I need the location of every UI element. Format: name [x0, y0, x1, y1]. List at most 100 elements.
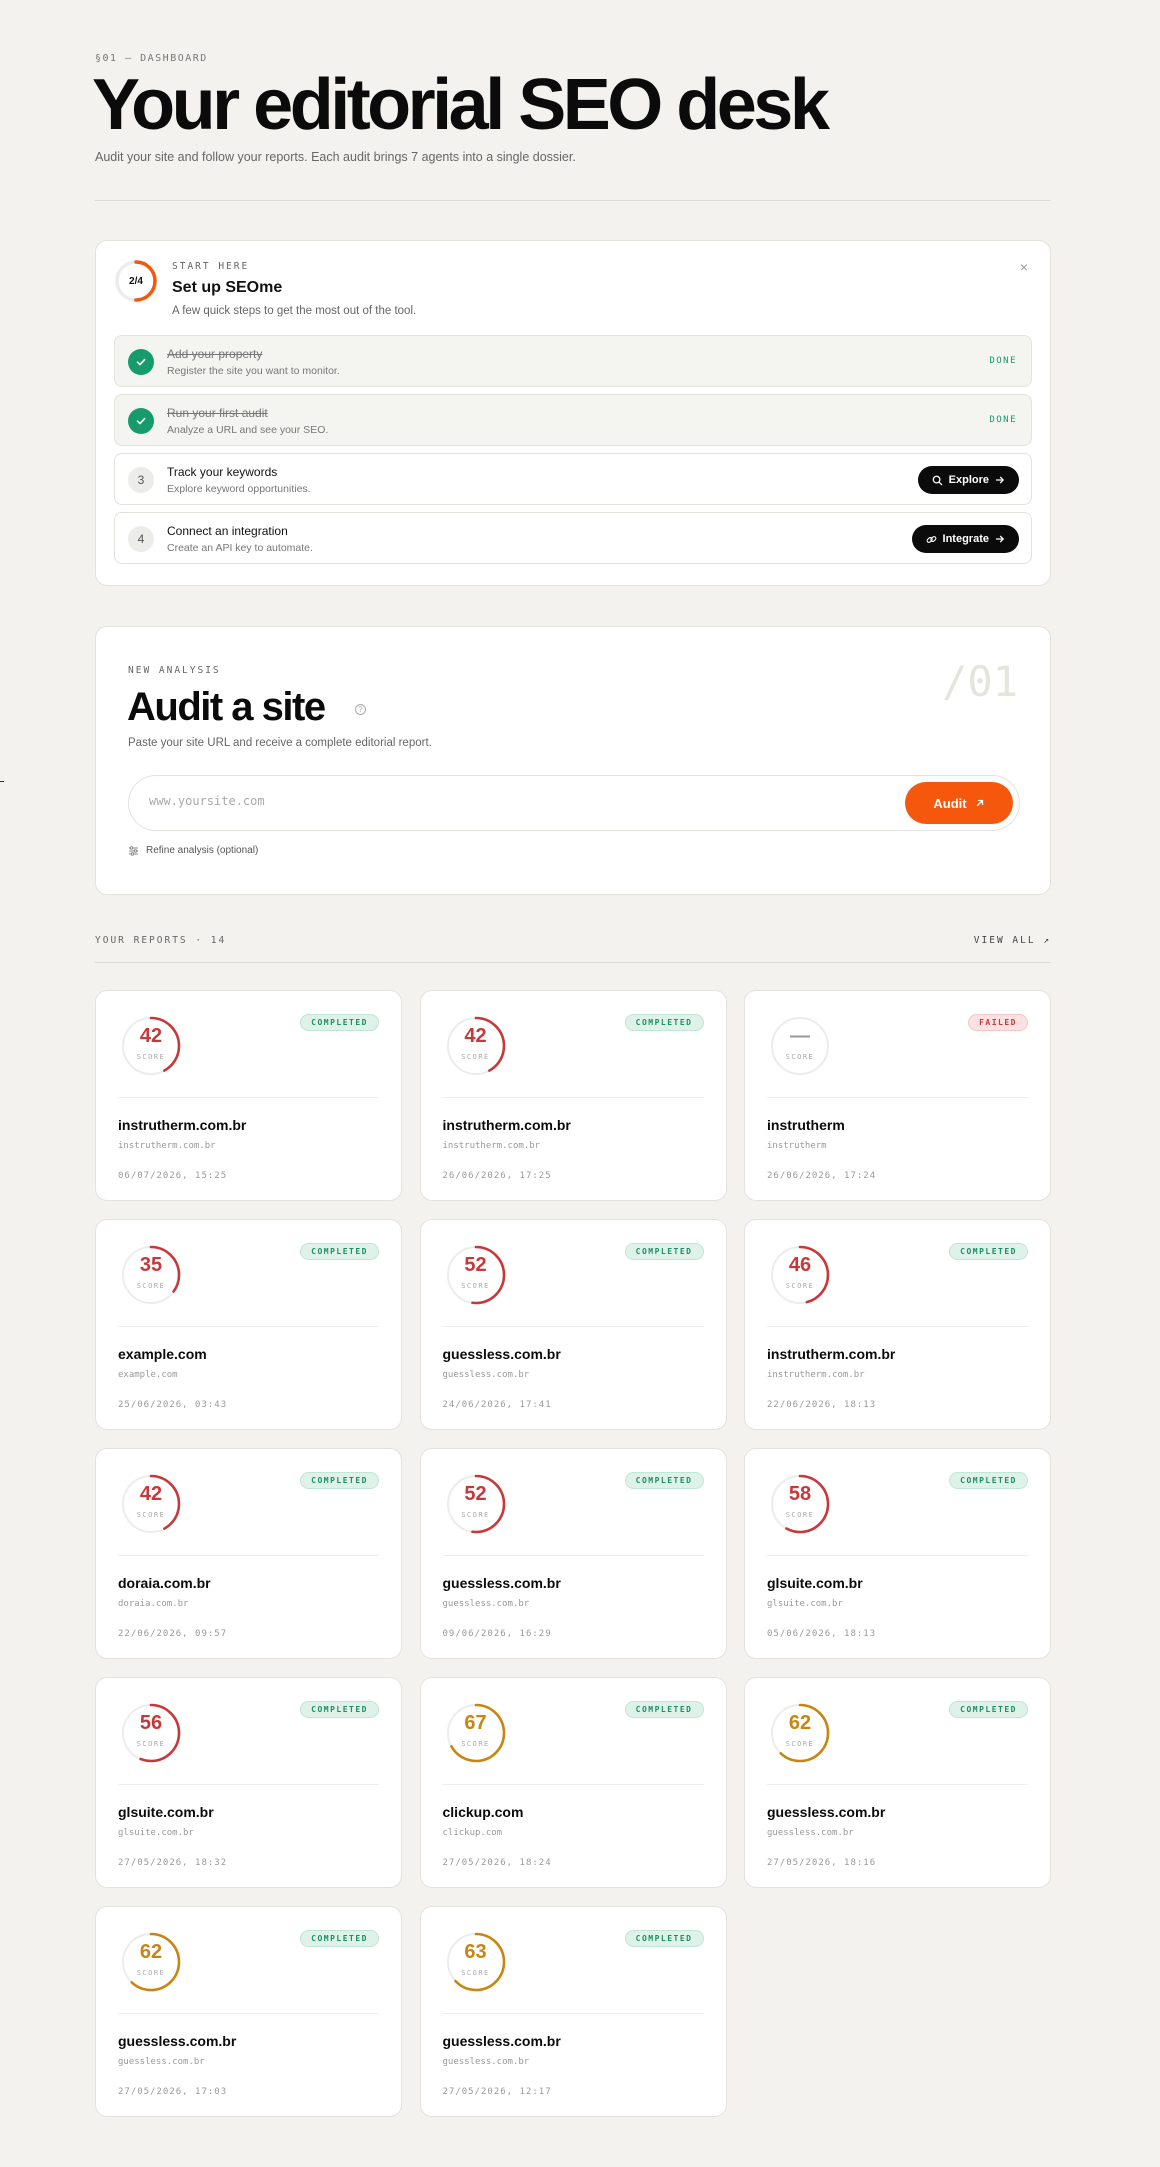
report-card[interactable]: 52 SCORE COMPLETED guessless.com.br guessles… — [419, 1448, 727, 1659]
report-url: glsuite.com.br — [118, 1828, 194, 1838]
card-divider — [767, 1097, 1028, 1098]
report-domain: guessless.com.br — [442, 1346, 561, 1362]
step-title: Add your property — [167, 347, 263, 361]
score-value: 63 — [464, 1941, 487, 1963]
step-number: 4 — [128, 526, 154, 552]
audit-title: Audit a site — [127, 685, 326, 729]
report-date: 24/06/2026, 17:41 — [442, 1400, 552, 1410]
report-url: instrutherm.com.br — [442, 1141, 541, 1151]
report-date: 22/06/2026, 18:13 — [767, 1400, 877, 1410]
explore-button[interactable]: Explore — [917, 466, 1019, 494]
score-value: 52 — [464, 1483, 487, 1505]
score-value: 56 — [139, 1712, 163, 1734]
score-label: SCORE — [136, 1282, 166, 1290]
score-value: 42 — [139, 1483, 163, 1505]
card-divider — [442, 1097, 704, 1098]
audit-card: NEW ANALYSIS /01 Audit a site ? Paste yo… — [95, 626, 1051, 895]
report-url: instrutherm.com.br — [767, 1370, 865, 1380]
report-url: guessless.com.br — [442, 2057, 530, 2067]
report-card[interactable]: 42 SCORE COMPLETED instrutherm.com.br instru… — [419, 990, 727, 1201]
setup-subtitle: A few quick steps to get the most out of… — [172, 305, 417, 317]
page-subtitle: Audit your site and follow your reports.… — [95, 150, 576, 164]
setup-step-add-property: Add your property Register the site you … — [114, 335, 1032, 387]
report-card[interactable]: 58 SCORE COMPLETED glsuite.com.br glsuite.co… — [744, 1448, 1051, 1659]
report-domain: instrutherm — [767, 1117, 845, 1133]
card-divider — [767, 1326, 1028, 1327]
step-subtitle: Register the site you want to monitor. — [167, 365, 340, 377]
report-domain: glsuite.com.br — [767, 1575, 863, 1591]
status-badge: COMPLETED — [624, 1014, 704, 1031]
report-url: example.com — [118, 1370, 178, 1380]
report-date: 06/07/2026, 15:25 — [118, 1171, 228, 1181]
score-value: 42 — [139, 1025, 163, 1047]
arrow-right-icon — [995, 476, 1004, 484]
report-url: guessless.com.br — [442, 1599, 530, 1609]
report-domain: guessless.com.br — [442, 2033, 561, 2049]
score-value: 67 — [464, 1712, 487, 1734]
report-date: 27/05/2026, 17:03 — [118, 2087, 228, 2097]
report-date: 22/06/2026, 09:57 — [118, 1629, 228, 1639]
report-card[interactable]: 46 SCORE COMPLETED instrutherm.com.br instru… — [744, 1219, 1051, 1430]
report-date: 26/06/2026, 17:25 — [442, 1171, 552, 1181]
score-value: 42 — [464, 1025, 487, 1047]
report-url: guessless.com.br — [767, 1828, 854, 1838]
score-label: SCORE — [461, 1053, 490, 1061]
score-value: 62 — [139, 1941, 163, 1963]
score-value: 46 — [788, 1254, 812, 1276]
score-label: SCORE — [785, 1740, 815, 1748]
report-card[interactable]: 52 SCORE COMPLETED guessless.com.br guessles… — [419, 1219, 727, 1430]
reports-grid: 42 SCORE COMPLETED instrutherm.com.br instru… — [95, 990, 1051, 2117]
report-domain: guessless.com.br — [767, 1804, 886, 1820]
report-domain: clickup.com — [442, 1804, 524, 1820]
reports-heading: YOUR REPORTS · 14 — [95, 935, 227, 946]
help-icon[interactable]: ? — [355, 704, 366, 715]
integrate-button[interactable]: Integrate — [911, 525, 1019, 553]
explore-button-label: Explore — [948, 474, 989, 486]
report-card[interactable]: 42 SCORE COMPLETED instrutherm.com.br instru… — [95, 990, 402, 1201]
edge-marker — [0, 781, 4, 782]
status-badge: COMPLETED — [624, 1701, 704, 1718]
report-card[interactable]: 62 SCORE COMPLETED guessless.com.br guessles… — [744, 1677, 1051, 1888]
sliders-icon — [129, 845, 138, 856]
card-divider — [118, 1097, 379, 1098]
status-badge: COMPLETED — [624, 1472, 704, 1489]
report-url: guessless.com.br — [118, 2057, 205, 2067]
url-input[interactable] — [149, 794, 849, 808]
card-divider — [767, 1784, 1028, 1785]
refine-analysis-toggle[interactable]: Refine analysis (optional) — [128, 845, 258, 856]
setup-step-track-keywords: 3 Track your keywords Explore keyword op… — [114, 453, 1032, 505]
report-card[interactable]: 67 SCORE COMPLETED clickup.com clickup.com 27… — [419, 1677, 727, 1888]
report-url: glsuite.com.br — [767, 1599, 843, 1609]
reports-divider — [95, 962, 1051, 963]
score-label: SCORE — [461, 1969, 490, 1977]
score-label: SCORE — [785, 1053, 815, 1061]
step-title: Track your keywords — [167, 465, 278, 479]
status-badge: COMPLETED — [300, 1243, 379, 1260]
score-label: SCORE — [785, 1511, 815, 1519]
integrate-button-label: Integrate — [942, 533, 989, 545]
step-number: 3 — [128, 467, 154, 493]
report-card[interactable]: 42 SCORE COMPLETED doraia.com.br doraia.com.… — [95, 1448, 402, 1659]
score-label: SCORE — [136, 1740, 166, 1748]
report-date: 05/06/2026, 18:13 — [767, 1629, 877, 1639]
report-card[interactable]: — SCORE FAILED instrutherm instrutherm 26/06/… — [744, 990, 1051, 1201]
report-date: 27/05/2026, 12:17 — [442, 2087, 552, 2097]
report-card[interactable]: 62 SCORE COMPLETED guessless.com.br guessles… — [95, 1906, 402, 2117]
page-title: Your editorial SEO desk — [92, 65, 830, 145]
audit-button[interactable]: Audit — [905, 782, 1013, 824]
report-card[interactable]: 35 SCORE COMPLETED example.com example.com 25… — [95, 1219, 402, 1430]
view-all-link[interactable]: VIEW ALL ↗ — [974, 935, 1051, 946]
report-card[interactable]: 56 SCORE COMPLETED glsuite.com.br glsuite.co… — [95, 1677, 402, 1888]
card-divider — [118, 1784, 379, 1785]
report-card[interactable]: 63 SCORE COMPLETED guessless.com.br guessles… — [419, 1906, 727, 2117]
link-icon — [926, 535, 936, 543]
step-title: Run your first audit — [167, 406, 268, 420]
reports-header: YOUR REPORTS · 14 VIEW ALL ↗ — [95, 935, 1051, 946]
header-divider — [95, 200, 1051, 201]
setup-card: 2/4 START HERE Set up SEOme A few quick … — [95, 240, 1051, 586]
audit-button-label: Audit — [933, 795, 967, 811]
close-icon[interactable]: × — [1020, 259, 1028, 275]
score-value: 52 — [464, 1254, 487, 1276]
score-value: 58 — [788, 1483, 812, 1505]
setup-progress-label: 2/4 — [129, 275, 143, 287]
